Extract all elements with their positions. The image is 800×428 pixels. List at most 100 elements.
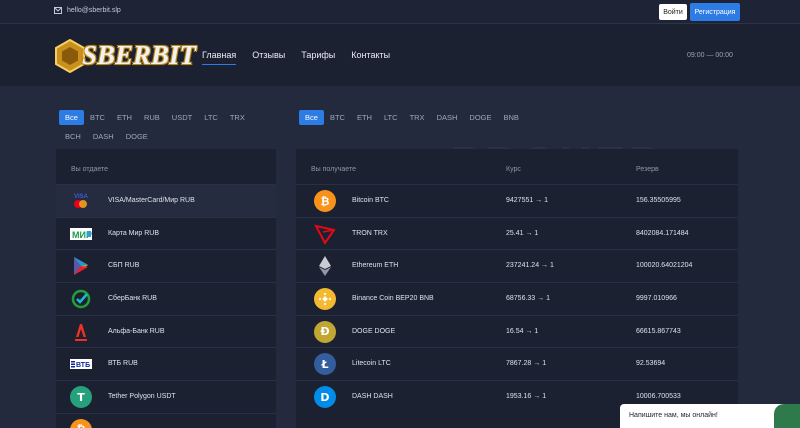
get-item-reserve: 156.35505995 — [636, 197, 681, 204]
get-item-bnb[interactable]: Binance Coin BEP20 BNB 68756.33 → 1 9997… — [296, 282, 738, 315]
get-item-reserve: 10006.700533 — [636, 393, 681, 401]
get-filter-all[interactable]: Все — [299, 110, 324, 125]
give-filter-usdt[interactable]: USDT — [166, 110, 198, 125]
give-item-label: СБП RUB — [108, 262, 140, 270]
get-item-rate: 1953.16 → 1 — [506, 393, 547, 401]
give-filter-doge[interactable]: DOGE — [120, 129, 154, 144]
sberbank-icon — [70, 289, 92, 309]
email-text: hello@sberbit.slp — [67, 7, 121, 14]
rate-heading: Курс — [506, 166, 521, 173]
chat-widget[interactable]: Напишите нам, мы онлайн! — [620, 404, 800, 428]
vtb-icon: ВТБ — [70, 354, 92, 374]
get-item-eth[interactable]: Ethereum ETH 237241.24 → 1 100020.640212… — [296, 249, 738, 282]
give-item-partial[interactable]: ₿ — [56, 412, 276, 428]
nav-reviews[interactable]: Отзывы — [252, 50, 285, 65]
give-item-tether[interactable]: T Tether Polygon USDT — [56, 380, 276, 413]
get-filter-doge[interactable]: DOGE — [463, 110, 497, 125]
get-filter-eth[interactable]: ETH — [351, 110, 378, 125]
litecoin-icon: Ł — [314, 353, 336, 376]
get-item-ltc[interactable]: Ł Litecoin LTC 7867.28 → 1 92.53694 — [296, 347, 738, 380]
give-filter-trx[interactable]: TRX — [224, 110, 251, 125]
give-filter-all[interactable]: Все — [59, 110, 84, 125]
give-item-label: Карта Мир RUB — [108, 229, 160, 237]
give-item-visa-mastercard[interactable]: VISA VISA/MasterCard/Мир RUB — [56, 184, 276, 217]
doge-icon: Ð — [314, 320, 336, 343]
get-item-rate: 25.41 → 1 — [506, 229, 539, 237]
give-heading: Вы отдаете — [71, 166, 109, 173]
login-button[interactable]: Войти — [659, 4, 687, 20]
give-item-label: Альфа-Банк RUB — [108, 327, 165, 335]
get-item-btc[interactable]: ₿ Bitcoin BTC 9427551 → 1 156.35505995 — [296, 184, 738, 217]
logo[interactable]: SBERBIT — [54, 37, 202, 75]
visa-mastercard-icon: VISA — [70, 191, 92, 211]
give-filter-btc[interactable]: BTC — [84, 110, 111, 125]
get-item-label: DOGE DOGE — [352, 327, 396, 335]
give-item-label: VISA/MasterCard/Мир RUB — [108, 197, 195, 204]
get-item-rate: 7867.28 → 1 — [506, 360, 547, 368]
top-bar: hello@sberbit.slp Войти Регистрация — [0, 0, 800, 24]
bitcoin-icon: ₿ — [314, 190, 336, 212]
chat-corner-icon — [774, 404, 800, 428]
give-item-label: Tether Polygon USDT — [108, 393, 176, 401]
give-filter-ltc[interactable]: LTC — [198, 110, 224, 125]
get-item-label: DASH DASH — [352, 393, 393, 401]
chat-text: Напишите нам, мы онлайн! — [629, 412, 718, 419]
get-item-rate: 237241.24 → 1 — [506, 262, 554, 270]
alfa-bank-icon — [70, 322, 92, 342]
get-heading: Вы получаете — [311, 166, 356, 173]
give-filter-rub[interactable]: RUB — [138, 110, 166, 125]
get-item-trx[interactable]: TRON TRX 25.41 → 1 8402084.171484 — [296, 216, 738, 250]
get-item-reserve: 100020.64021204 — [636, 262, 693, 270]
give-item-alfa[interactable]: Альфа-Банк RUB — [56, 314, 276, 348]
sbp-icon — [70, 256, 92, 276]
get-filter-btc[interactable]: BTC — [324, 110, 351, 125]
nav-contacts[interactable]: Контакты — [351, 50, 390, 65]
get-item-label: TRON TRX — [352, 229, 388, 237]
tether-icon: T — [70, 386, 92, 409]
get-item-reserve: 92.53694 — [636, 360, 666, 368]
get-item-label: Binance Coin BEP20 BNB — [352, 295, 434, 303]
get-item-label: Ethereum ETH — [352, 262, 399, 270]
get-item-rate: 9427551 → 1 — [506, 197, 549, 204]
reserve-heading: Резерв — [636, 166, 659, 173]
register-button[interactable]: Регистрация — [690, 3, 740, 21]
get-filter-dash[interactable]: DASH — [431, 110, 464, 125]
give-item-label: СберБанк RUB — [108, 295, 157, 303]
get-item-rate: 68756.33 → 1 — [506, 295, 550, 303]
get-item-reserve: 66615.867743 — [636, 327, 681, 335]
nav-home[interactable]: Главная — [202, 50, 237, 65]
bnb-icon — [314, 288, 336, 311]
give-item-sberbank[interactable]: СберБанк RUB — [56, 282, 276, 315]
mail-icon — [54, 7, 62, 14]
give-item-label: ВТБ RUB — [108, 360, 138, 368]
give-item-vtb[interactable]: ВТБ ВТБ RUB — [56, 347, 276, 380]
get-item-rate: 16.54 → 1 — [506, 327, 539, 335]
svg-text:ВТБ: ВТБ — [76, 362, 90, 369]
main-nav: Главная Отзывы Тарифы Контакты — [202, 50, 390, 65]
give-filter-dash[interactable]: DASH — [87, 129, 120, 144]
give-item-sbp[interactable]: СБП RUB — [56, 249, 276, 282]
give-panel: Вы отдаете VISA VISA/MasterCard/Мир RUB … — [56, 149, 276, 428]
get-item-label: Bitcoin BTC — [352, 197, 389, 204]
ethereum-icon — [314, 255, 336, 277]
give-filter-chips: Все BTC ETH RUB USDT LTC TRX BCH DASH DO… — [59, 110, 269, 144]
email-link[interactable]: hello@sberbit.slp — [54, 7, 121, 14]
get-panel: Вы получаете Курс Резерв ₿ Bitcoin BTC 9… — [296, 149, 738, 428]
get-item-doge[interactable]: Ð DOGE DOGE 16.54 → 1 66615.867743 — [296, 314, 738, 348]
mir-icon: МИР — [70, 224, 92, 244]
give-item-mir[interactable]: МИР Карта Мир RUB — [56, 216, 276, 250]
get-filter-trx[interactable]: TRX — [404, 110, 431, 125]
give-panel-header: Вы отдаете — [56, 149, 276, 184]
give-filter-eth[interactable]: ETH — [111, 110, 138, 125]
svg-text:VISA: VISA — [74, 194, 89, 200]
get-filter-ltc[interactable]: LTC — [378, 110, 404, 125]
get-item-reserve: 8402084.171484 — [636, 229, 689, 237]
header: SBERBIT Главная Отзывы Тарифы Контакты 0… — [0, 24, 800, 86]
dash-icon: D — [314, 386, 336, 409]
nav-tariffs[interactable]: Тарифы — [301, 50, 335, 65]
give-filter-bch[interactable]: BCH — [59, 129, 87, 144]
working-hours: 09:00 — 00:00 — [687, 52, 733, 59]
bitcoin-icon: ₿ — [70, 418, 92, 428]
get-panel-header: Вы получаете Курс Резерв — [296, 149, 738, 184]
get-filter-bnb[interactable]: BNB — [498, 110, 525, 125]
